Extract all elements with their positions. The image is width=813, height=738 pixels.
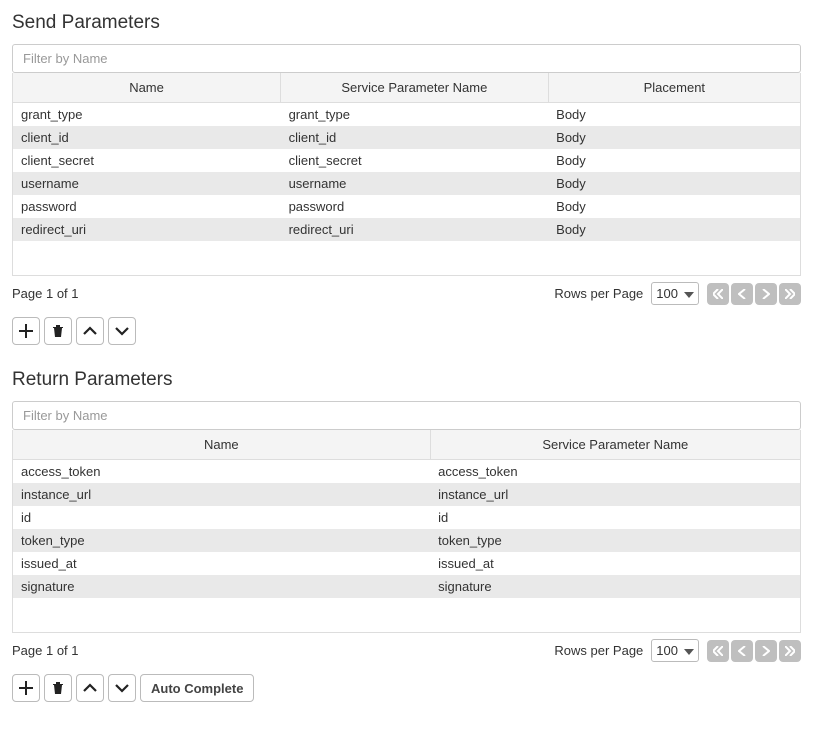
col-name[interactable]: Name (13, 73, 281, 103)
chevron-up-icon (83, 683, 97, 693)
page-label: Page 1 of 1 (12, 643, 79, 658)
col-placement[interactable]: Placement (548, 73, 800, 103)
table-row[interactable]: issued_atissued_at (13, 552, 800, 575)
table-row[interactable]: idid (13, 506, 800, 529)
move-down-button[interactable] (108, 317, 136, 345)
last-page-button[interactable] (779, 640, 801, 662)
first-page-button[interactable] (707, 640, 729, 662)
plus-icon (19, 324, 33, 338)
send-parameters-title: Send Parameters (12, 12, 801, 34)
add-button[interactable] (12, 674, 40, 702)
rows-per-page-select[interactable]: 100 (651, 282, 699, 305)
add-button[interactable] (12, 317, 40, 345)
chevron-down-icon (115, 326, 129, 336)
next-page-button[interactable] (755, 640, 777, 662)
table-row[interactable]: signaturesignature (13, 575, 800, 598)
rows-per-page-select[interactable]: 100 (651, 639, 699, 662)
trash-icon (51, 324, 65, 338)
plus-icon (19, 681, 33, 695)
table-row[interactable]: client_idclient_idBody (13, 126, 800, 149)
col-name[interactable]: Name (13, 430, 430, 460)
send-header-row: Name Service Parameter Name Placement (13, 73, 800, 103)
chevron-down-icon (115, 683, 129, 693)
move-down-button[interactable] (108, 674, 136, 702)
chevron-up-icon (83, 326, 97, 336)
return-parameters-title: Return Parameters (12, 369, 801, 391)
prev-page-button[interactable] (731, 283, 753, 305)
next-page-button[interactable] (755, 283, 777, 305)
empty-row (13, 241, 800, 275)
prev-page-button[interactable] (731, 640, 753, 662)
return-header-row: Name Service Parameter Name (13, 430, 800, 460)
col-service[interactable]: Service Parameter Name (430, 430, 800, 460)
last-page-button[interactable] (779, 283, 801, 305)
pager-nav (707, 640, 801, 662)
col-service[interactable]: Service Parameter Name (281, 73, 549, 103)
first-page-button[interactable] (707, 283, 729, 305)
delete-button[interactable] (44, 674, 72, 702)
trash-icon (51, 681, 65, 695)
table-row[interactable]: grant_typegrant_typeBody (13, 103, 800, 127)
return-filter-input[interactable] (12, 401, 801, 430)
pager-nav (707, 283, 801, 305)
return-pager: Page 1 of 1 Rows per Page 100 (12, 639, 801, 662)
table-row[interactable]: passwordpasswordBody (13, 195, 800, 218)
page-label: Page 1 of 1 (12, 286, 79, 301)
return-toolbar: Auto Complete (12, 674, 801, 702)
table-row[interactable]: client_secretclient_secretBody (13, 149, 800, 172)
send-pager: Page 1 of 1 Rows per Page 100 (12, 282, 801, 305)
move-up-button[interactable] (76, 674, 104, 702)
table-row[interactable]: redirect_uriredirect_uriBody (13, 218, 800, 241)
rows-per-page-label: Rows per Page (554, 643, 643, 658)
table-row[interactable]: access_tokenaccess_token (13, 460, 800, 484)
chevron-down-icon (684, 644, 694, 658)
return-table: Name Service Parameter Name access_token… (12, 430, 801, 633)
send-filter-input[interactable] (12, 44, 801, 73)
table-row[interactable]: usernameusernameBody (13, 172, 800, 195)
return-parameters-section: Return Parameters Name Service Parameter… (12, 369, 801, 702)
chevron-down-icon (684, 287, 694, 301)
move-up-button[interactable] (76, 317, 104, 345)
send-toolbar (12, 317, 801, 345)
send-table: Name Service Parameter Name Placement gr… (12, 73, 801, 276)
rows-per-page-label: Rows per Page (554, 286, 643, 301)
table-row[interactable]: instance_urlinstance_url (13, 483, 800, 506)
auto-complete-button[interactable]: Auto Complete (140, 674, 254, 702)
empty-row (13, 598, 800, 632)
send-parameters-section: Send Parameters Name Service Parameter N… (12, 12, 801, 345)
table-row[interactable]: token_typetoken_type (13, 529, 800, 552)
delete-button[interactable] (44, 317, 72, 345)
